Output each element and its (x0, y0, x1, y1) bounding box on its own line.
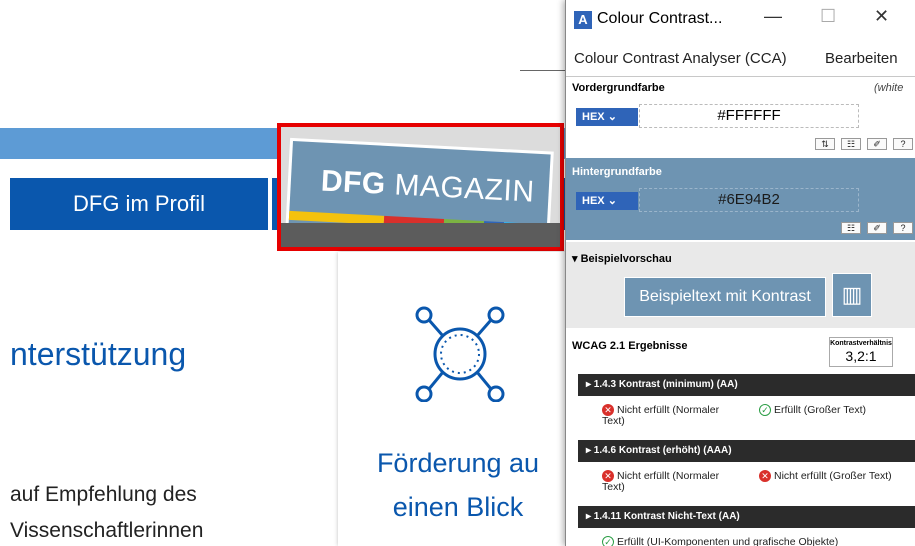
foreground-section: Vordergrundfarbe (white HEX ⌄ #FFFFFF ⇅ … (566, 77, 915, 155)
card-title-line: Förderung au (376, 448, 540, 478)
wcag-results-section: WCAG 2.1 Ergebnisse Kontrastverhältnis 3… (566, 328, 915, 546)
contrast-ratio-box: Kontrastverhältnis 3,2:1 (829, 337, 893, 367)
cca-window: A Colour Contrast... — ☐ ✕ Colour Contra… (565, 0, 915, 546)
foreground-hex-input[interactable]: #FFFFFF (639, 104, 859, 128)
contrast-ratio-label: Kontrastverhältnis (830, 340, 892, 347)
menu-item-cca[interactable]: Colour Contrast Analyser (CCA) (574, 50, 787, 67)
eyedropper-icon[interactable]: ✐ (867, 138, 887, 150)
wcag-results-label: WCAG 2.1 Ergebnisse (572, 340, 688, 352)
card-title-line: einen Blick (392, 492, 524, 522)
title-bar[interactable]: A Colour Contrast... — ☐ ✕ (566, 0, 915, 40)
criterion-1-4-11[interactable]: ▸ 1.4.11 Kontrast Nicht-Text (AA) (578, 506, 915, 528)
check-icon: ✓ (759, 404, 771, 416)
foreground-label: Vordergrundfarbe (572, 82, 665, 94)
close-button[interactable]: ✕ (874, 6, 889, 27)
sliders-icon[interactable]: ☷ (841, 138, 861, 150)
help-icon[interactable]: ? (893, 138, 913, 150)
body-text-line: Vissenschaftlerinnen (10, 519, 204, 542)
chart-icon[interactable]: ▥ (832, 273, 872, 317)
background-format-select[interactable]: HEX ⌄ (576, 192, 638, 210)
preview-toggle[interactable]: ▾ Beispielvorschau (572, 252, 672, 265)
background-label: Hintergrundfarbe (572, 166, 662, 178)
swap-colors-icon[interactable]: ⇅ (815, 138, 835, 150)
magazine-logo-shadow (281, 223, 560, 247)
result-normal-text: ✕ Nicht erfüllt (Normaler Text) (602, 403, 720, 427)
fail-icon: ✕ (759, 470, 771, 482)
maximize-button[interactable]: ☐ (820, 6, 836, 27)
result-large-text: ✓ Erfüllt (Großer Text) (759, 404, 866, 416)
magazine-logo-highlight[interactable]: DFG MAGAZIN (277, 123, 564, 251)
criterion-1-4-3[interactable]: ▸ 1.4.3 Kontrast (minimum) (AA) (578, 374, 915, 396)
window-title: Colour Contrast... (597, 10, 723, 27)
menu-item-bearbeiten[interactable]: Bearbeiten (825, 50, 898, 67)
criterion-1-4-6[interactable]: ▸ 1.4.6 Kontrast (erhöht) (AAA) (578, 440, 915, 462)
page-heading: nterstützung (10, 336, 187, 372)
body-text-line: auf Empfehlung des (10, 483, 197, 506)
foreground-color-name: (white (874, 82, 904, 94)
result-normal-text: ✕ Nicht erfüllt (Normaler Text) (602, 469, 720, 493)
sliders-icon[interactable]: ☷ (841, 222, 861, 234)
sample-text-preview: Beispieltext mit Kontrast (624, 277, 826, 317)
chevron-down-icon: ⌄ (607, 195, 617, 207)
minimize-button[interactable]: — (764, 6, 782, 27)
magazine-logo-text: DFG MAGAZIN (320, 164, 536, 209)
result-large-text: ✕ Nicht erfüllt (Großer Text) (759, 470, 892, 482)
preview-section: ▾ Beispielvorschau Beispieltext mit Kont… (566, 242, 915, 328)
menu-bar: Colour Contrast Analyser (CCA) Bearbeite… (566, 40, 915, 76)
teaser-card[interactable]: Förderung au einen Blick (338, 252, 565, 546)
contrast-ratio-value: 3,2:1 (845, 348, 877, 364)
eyedropper-icon[interactable]: ✐ (867, 222, 887, 234)
result-ui-components: ✓ Erfüllt (UI-Komponenten und grafische O… (602, 536, 838, 546)
check-icon: ✓ (602, 536, 614, 546)
help-icon[interactable]: ? (893, 222, 913, 234)
cca-app-icon: A (574, 11, 592, 29)
chevron-down-icon: ⌄ (607, 111, 617, 123)
nav-item-dfg-im-profil[interactable]: DFG im Profil (10, 178, 268, 230)
background-section: Hintergrundfarbe HEX ⌄ #6E94B2 ☷ ✐ ? (566, 158, 915, 240)
foreground-format-select[interactable]: HEX ⌄ (576, 108, 638, 126)
background-hex-input[interactable]: #6E94B2 (639, 188, 859, 212)
network-icon (415, 306, 505, 402)
nav-item-label: DFG im Profil (73, 191, 205, 216)
